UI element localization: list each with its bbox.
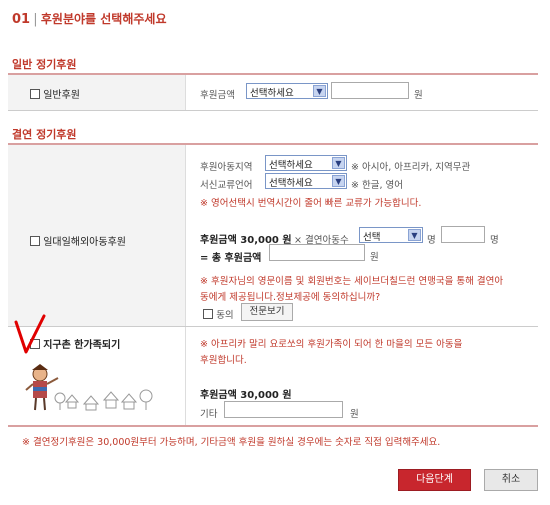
cancel-button[interactable]: 취소 xyxy=(484,469,538,491)
general-amount-label: 후원금액 xyxy=(200,90,235,101)
general-amount-select-value: 선택하세요 xyxy=(250,88,294,99)
village-desc-1: ※ 아프리카 말리 요로쏘의 후원가족이 되어 한 마을의 모든 아동을 xyxy=(200,339,463,350)
village-item-label: 지구촌 한가족되기 xyxy=(43,340,121,351)
kinship-item[interactable]: 일대일해외아동후원 xyxy=(30,233,126,248)
general-item[interactable]: 일반후원 xyxy=(30,86,80,101)
consent-text-1: ※ 후원자님의 영문이름 및 회원번호는 세이브더칠드런 연맹국을 통해 결연아 xyxy=(200,276,504,287)
language-warning: ※ 영어선택시 번역시간이 줄어 빠른 교류가 가능합니다. xyxy=(200,198,422,209)
count-unit-1: 명 xyxy=(427,235,436,246)
village-unit: 원 xyxy=(350,409,359,420)
language-select[interactable]: 선택하세요 ▼ xyxy=(265,173,347,189)
title-divider: | xyxy=(33,12,38,27)
language-select-value: 선택하세요 xyxy=(269,178,313,189)
general-section-title: 일반 정기후원 xyxy=(12,58,77,71)
village-illustration xyxy=(25,364,153,411)
village-other-label: 기타 xyxy=(200,409,218,420)
general-divider xyxy=(185,75,186,110)
kinship-divider xyxy=(185,145,186,425)
language-note: ※ 한글, 영어 xyxy=(351,180,403,191)
agree-checkbox[interactable] xyxy=(203,309,213,319)
kinship-checkbox[interactable] xyxy=(30,236,40,246)
kinship-bottom-line xyxy=(8,425,538,427)
chevron-down-icon: ▼ xyxy=(332,175,345,187)
chevron-down-icon: ▼ xyxy=(313,85,326,97)
region-note: ※ 아시아, 아프리카, 지역무관 xyxy=(351,162,471,173)
kinship-unit: 원 xyxy=(370,252,379,263)
kinship-section-title: 결연 정기후원 xyxy=(12,128,77,141)
step-title: 후원분야를 선택해주세요 xyxy=(40,12,167,26)
child-count-input[interactable] xyxy=(441,226,485,243)
total-amount-label: = 총 후원금액 xyxy=(200,253,262,264)
consent-text-2: 동에게 제공됩니다.정보제공에 동의하십니까? xyxy=(200,292,381,303)
general-unit: 원 xyxy=(414,90,423,101)
total-amount-input[interactable] xyxy=(269,244,365,261)
agree-label: 동의 xyxy=(216,310,234,321)
count-unit-2: 명 xyxy=(490,235,499,246)
general-item-label: 일반후원 xyxy=(43,90,80,101)
chevron-down-icon: ▼ xyxy=(408,229,421,241)
kinship-item-label: 일대일해외아동후원 xyxy=(43,237,126,248)
kinship-mid-line xyxy=(8,326,538,327)
village-desc-2: 후원합니다. xyxy=(200,355,247,366)
consent-agree[interactable]: 동의 xyxy=(203,307,234,321)
general-checkbox[interactable] xyxy=(30,89,40,99)
check-mark-icon xyxy=(14,314,46,354)
page-title: 01 | 후원분야를 선택해주세요 xyxy=(12,10,166,27)
next-step-button[interactable]: 다음단계 xyxy=(398,469,471,491)
general-bottom-line xyxy=(8,110,538,111)
region-select[interactable]: 선택하세요 ▼ xyxy=(265,155,347,171)
region-label: 후원아동지역 xyxy=(200,162,253,173)
step-number: 01 xyxy=(12,12,31,27)
language-label: 서신교류언어 xyxy=(200,180,253,191)
child-count-select[interactable]: 선택 ▼ xyxy=(359,227,423,243)
village-amount-label: 후원금액 30,000 원 xyxy=(200,390,292,401)
general-amount-select[interactable]: 선택하세요 ▼ xyxy=(246,83,328,99)
region-select-value: 선택하세요 xyxy=(269,160,313,171)
general-amount-input[interactable] xyxy=(331,82,409,99)
full-text-button[interactable]: 전문보기 xyxy=(241,303,293,321)
chevron-down-icon: ▼ xyxy=(332,157,345,169)
child-count-select-value: 선택 xyxy=(363,232,381,243)
footer-notice: ※ 결연정기후원은 30,000원부터 가능하며, 기타금액 후원을 원하실 경… xyxy=(22,437,441,448)
village-other-input[interactable] xyxy=(224,401,343,418)
